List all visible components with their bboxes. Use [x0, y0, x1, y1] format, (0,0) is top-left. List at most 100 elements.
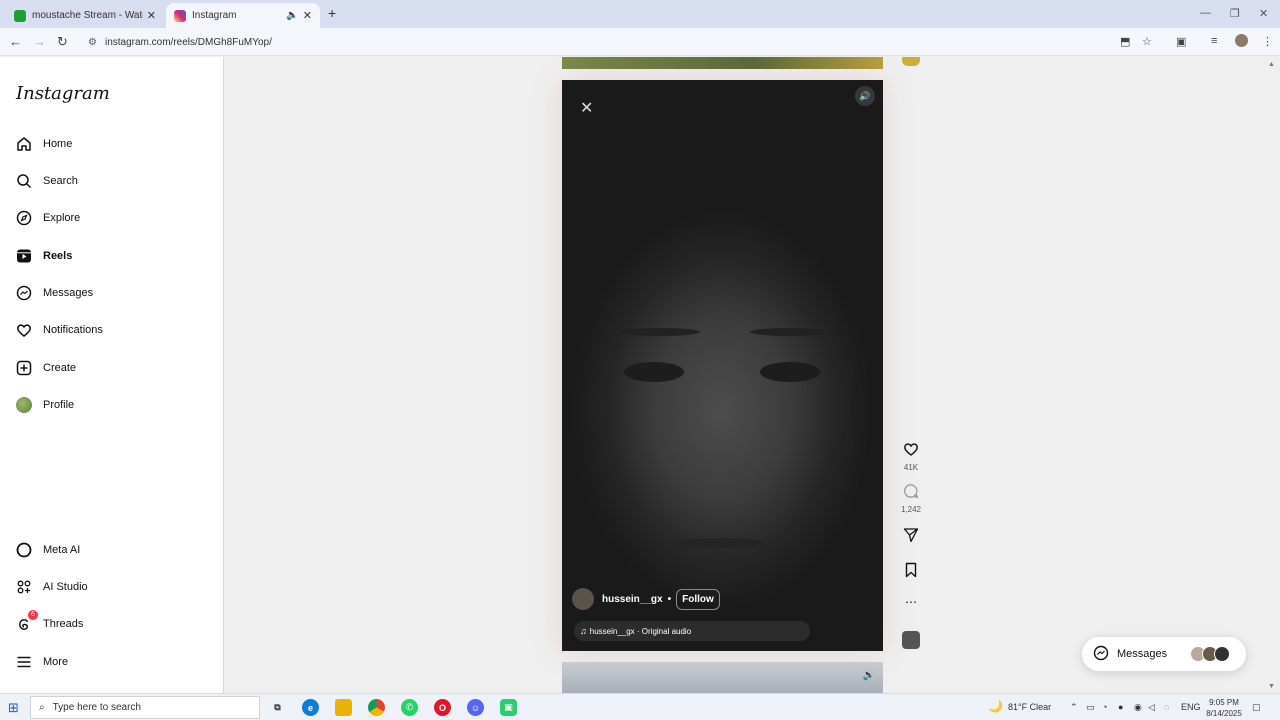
- volume-icon[interactable]: 🔊: [863, 670, 875, 681]
- comment-count: 1,242: [900, 505, 922, 514]
- close-tab-icon[interactable]: ✕: [303, 9, 312, 22]
- clock-time: 9:05 PM: [1209, 698, 1239, 707]
- messages-button[interactable]: Messages: [1082, 637, 1246, 671]
- reel-video[interactable]: ✕ 🔊 hussein__gx • Follow ♫ hussein__gx ·…: [562, 80, 883, 651]
- windows-start-icon[interactable]: ⊞: [8, 700, 19, 716]
- messages-label: Messages: [1117, 648, 1168, 660]
- sidebar-item-reels[interactable]: Reels: [16, 245, 72, 267]
- sidebar-item-threads[interactable]: 6 Threads: [16, 610, 83, 635]
- extensions-icon[interactable]: ▣: [1176, 35, 1186, 48]
- speaker-icon[interactable]: 🔈: [286, 10, 298, 21]
- sidebar-item-create[interactable]: Create: [16, 357, 76, 379]
- sidebar-item-explore[interactable]: Explore: [16, 207, 80, 229]
- url-field[interactable]: ⚙ instagram.com/reels/DMGh8FuMYop/: [82, 31, 1178, 53]
- site-info-icon[interactable]: ⚙: [88, 37, 97, 48]
- volume-tray-icon[interactable]: ◁: [1148, 702, 1155, 713]
- wifi-icon[interactable]: ◌: [1164, 702, 1169, 712]
- audio-attribution[interactable]: ♫ hussein__gx · Original audio: [574, 621, 810, 641]
- tray-app-icon[interactable]: ▭: [1086, 702, 1095, 713]
- scroll-down-arrow[interactable]: ▼: [1268, 683, 1275, 690]
- search-icon: [16, 173, 32, 189]
- chrome-icon[interactable]: [368, 699, 385, 716]
- task-view-icon[interactable]: ⧉: [269, 699, 286, 716]
- bookmark-star-icon[interactable]: ☆: [1142, 35, 1152, 48]
- discord-icon[interactable]: ☺: [467, 699, 484, 716]
- weather-text[interactable]: 81°F Clear: [1008, 702, 1051, 712]
- volume-icon[interactable]: 🔊: [855, 86, 875, 106]
- browser-menu-icon[interactable]: ⋮: [1262, 35, 1273, 48]
- separator-dot: •: [667, 593, 672, 605]
- sidebar-item-label: AI Studio: [43, 581, 88, 593]
- send-icon[interactable]: [903, 527, 919, 543]
- android-app-icon[interactable]: ▣: [500, 699, 517, 716]
- like-action[interactable]: 41K: [899, 441, 923, 472]
- previous-reel-preview[interactable]: [562, 57, 883, 69]
- search-icon: ⌕: [39, 702, 45, 713]
- url-text: instagram.com/reels/DMGh8FuMYop/: [104, 36, 272, 48]
- messenger-icon: [16, 285, 32, 301]
- sidebar-item-label: Explore: [43, 212, 81, 224]
- sidebar-item-search[interactable]: Search: [16, 170, 78, 192]
- sidebar-item-label: Messages: [43, 287, 94, 299]
- comment-action[interactable]: 1,242: [899, 483, 923, 514]
- close-window-icon[interactable]: ✕: [1259, 7, 1268, 20]
- sidebar-item-profile[interactable]: Profile: [16, 394, 74, 416]
- sidebar-item-label: Reels: [43, 250, 73, 262]
- instagram-logo[interactable]: Instagram: [16, 83, 110, 104]
- scroll-up-arrow[interactable]: ▲: [1268, 61, 1275, 68]
- tray-overflow-icon[interactable]: ⌃: [1070, 702, 1078, 713]
- instagram-sidebar: Instagram Home Search Explore Reels Mess…: [0, 57, 224, 693]
- browser-tab-strip: moustache Stream - Watch Live ✕ Instagra…: [0, 0, 1280, 28]
- minimize-icon[interactable]: —: [1200, 7, 1211, 19]
- new-tab-button[interactable]: +: [328, 5, 336, 21]
- follow-button[interactable]: Follow: [676, 588, 720, 610]
- ai-studio-icon: [16, 579, 32, 595]
- heart-icon[interactable]: [903, 441, 919, 457]
- next-reel-preview[interactable]: 🔊: [562, 662, 883, 693]
- author-avatar[interactable]: [572, 588, 594, 610]
- menu-icon: [16, 654, 32, 670]
- comment-icon[interactable]: [903, 483, 919, 499]
- threads-badge: 6: [28, 610, 38, 620]
- plus-square-icon: [16, 360, 32, 376]
- reload-icon[interactable]: ↻: [57, 34, 68, 50]
- close-tab-icon[interactable]: ✕: [147, 9, 156, 22]
- sidebar-item-meta-ai[interactable]: Meta AI: [16, 539, 80, 561]
- reel-video-frame: [562, 200, 883, 620]
- sidebar-item-home[interactable]: Home: [16, 133, 72, 155]
- share-action[interactable]: [899, 527, 923, 548]
- network-icon[interactable]: ◉: [1134, 702, 1142, 713]
- previous-audio-thumbnail[interactable]: [902, 57, 920, 66]
- tray-app-icon[interactable]: ◔: [1102, 702, 1107, 712]
- file-explorer-icon[interactable]: [335, 699, 352, 716]
- taskbar-search[interactable]: ⌕ Type here to search: [30, 696, 260, 719]
- sidebar-item-ai-studio[interactable]: AI Studio: [16, 576, 88, 598]
- system-clock[interactable]: 9:05 PM 8/14/2025: [1196, 697, 1252, 719]
- audio-thumbnail[interactable]: [902, 631, 920, 649]
- sidebar-item-more[interactable]: More: [16, 651, 68, 673]
- whatsapp-icon[interactable]: ✆: [401, 699, 418, 716]
- install-app-icon[interactable]: ⬒: [1120, 35, 1130, 48]
- audio-label: hussein__gx · Original audio: [589, 626, 692, 636]
- edge-icon[interactable]: e: [302, 699, 319, 716]
- meta-ai-icon: [16, 542, 32, 558]
- tab-moustache-stream[interactable]: moustache Stream - Watch Live ✕: [6, 3, 164, 28]
- author-username[interactable]: hussein__gx: [602, 594, 663, 605]
- save-action[interactable]: [899, 562, 923, 583]
- media-control-icon[interactable]: ≡: [1211, 35, 1217, 47]
- sidebar-item-notifications[interactable]: Notifications: [16, 319, 103, 341]
- profile-avatar[interactable]: [1235, 34, 1248, 47]
- reel-author: hussein__gx • Follow: [572, 588, 720, 610]
- back-arrow-icon[interactable]: ←: [9, 34, 22, 49]
- sidebar-item-messages[interactable]: Messages: [16, 282, 93, 304]
- opera-icon[interactable]: O: [434, 699, 451, 716]
- restore-icon[interactable]: ❐: [1230, 7, 1240, 20]
- microphone-icon[interactable]: ●: [1118, 702, 1123, 712]
- tab-instagram[interactable]: Instagram 🔈 ✕: [166, 3, 320, 28]
- notification-center-icon[interactable]: ▢: [1252, 702, 1261, 713]
- forward-arrow-icon[interactable]: →: [33, 34, 46, 49]
- more-options-icon[interactable]: ⋯: [899, 595, 923, 609]
- weather-moon-icon[interactable]: 🌙: [988, 699, 1003, 713]
- bookmark-icon[interactable]: [903, 562, 919, 578]
- reels-icon: [16, 248, 32, 264]
